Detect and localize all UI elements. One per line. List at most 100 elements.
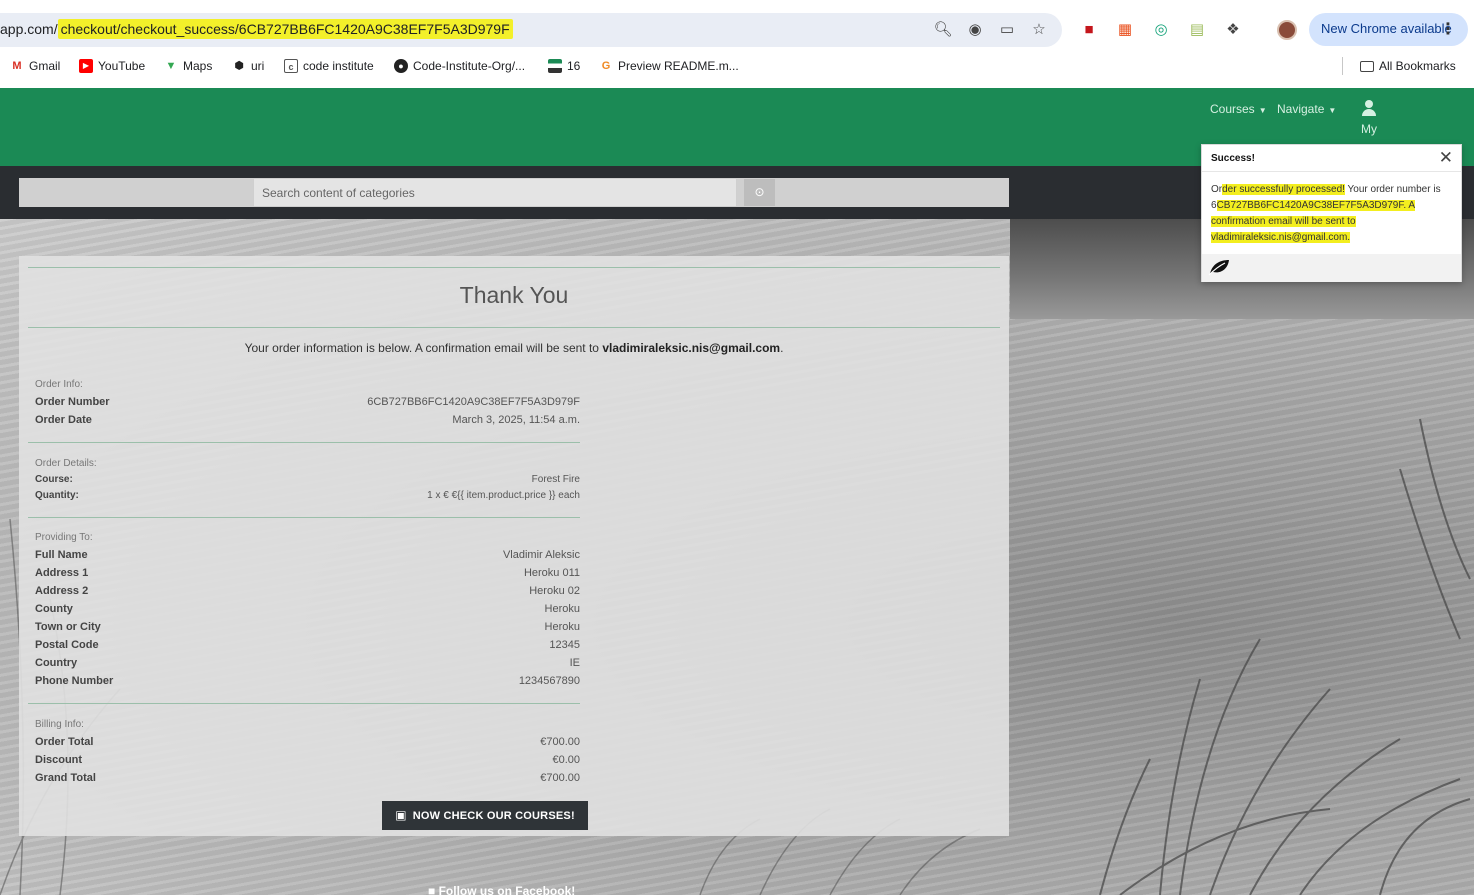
toast-msg-highlight: der successfully processed! <box>1222 184 1345 195</box>
bookmark-github[interactable]: ● Code-Institute-Org/... <box>394 59 525 73</box>
card-icon[interactable]: ▭ <box>998 20 1016 38</box>
address-bar[interactable]: app.com/checkout/checkout_success/6CB727… <box>0 13 1062 47</box>
nav-my-label: My <box>1361 122 1377 136</box>
search-input[interactable]: Search content of categories <box>253 178 737 207</box>
address1-label: Address 1 <box>35 567 89 579</box>
binoculars-icon: ⊙ <box>754 185 765 199</box>
bookmark-code-institute[interactable]: c code institute <box>284 59 374 73</box>
postal-code-label: Postal Code <box>35 639 99 651</box>
town-label: Town or City <box>35 621 101 633</box>
puzzle-icon[interactable]: ❖ <box>1224 20 1242 38</box>
nav-navigate-label: Navigate <box>1277 102 1325 116</box>
info-text: Your order information is below. A confi… <box>244 341 603 355</box>
bookmark-gmail[interactable]: M Gmail <box>10 59 60 73</box>
phone-label: Phone Number <box>35 675 114 687</box>
address2-label: Address 2 <box>35 585 89 597</box>
url-path: checkout/checkout_success/6CB727BB6FC142… <box>57 19 513 39</box>
bookmark-label: Maps <box>183 59 213 73</box>
eye-off-icon[interactable]: ◉ <box>966 20 984 38</box>
divider <box>28 267 1000 268</box>
flag-icon <box>548 59 562 73</box>
order-info-message: Your order information is below. A confi… <box>19 341 1009 355</box>
order-info-label: Order Info: <box>35 379 83 390</box>
close-icon[interactable]: ✕ <box>1439 148 1453 168</box>
quantity-label: Quantity: <box>35 490 79 501</box>
toast-header: Success! ✕ <box>1202 145 1461 172</box>
bookmark-16[interactable]: 16 <box>548 59 580 73</box>
pdf-extension-icon[interactable]: ■ <box>1080 20 1098 38</box>
order-date-value: March 3, 2025, 11:54 a.m. <box>452 414 580 426</box>
all-bookmarks-label: All Bookmarks <box>1379 59 1456 73</box>
url-text[interactable]: app.com/checkout/checkout_success/6CB727… <box>0 19 513 39</box>
bookmark-uri[interactable]: ⬢ uri <box>232 59 264 73</box>
page-title: Thank You <box>459 282 569 308</box>
all-bookmarks[interactable]: All Bookmarks <box>1360 59 1456 73</box>
course-label: Course: <box>35 474 73 485</box>
folder-icon <box>1360 60 1374 72</box>
code-institute-icon: c <box>284 59 298 73</box>
caret-down-icon: ▼ <box>1328 106 1337 115</box>
divider <box>28 442 580 443</box>
bookmark-maps[interactable]: ▼ Maps <box>164 59 213 73</box>
town-value: Heroku <box>544 621 580 633</box>
search-button[interactable]: ⊙ <box>744 179 775 206</box>
bookmarks-bar: M Gmail ▶ YouTube ▼ Maps ⬢ uri c code institu… <box>0 57 1474 77</box>
bookmark-label: Gmail <box>29 59 61 73</box>
info-email: vladimiraleksic.nis@gmail.com <box>602 341 781 355</box>
bookmarks-separator <box>1342 57 1343 75</box>
order-date-label: Order Date <box>35 414 92 426</box>
zoom-icon[interactable]: 🔍︎ <box>933 20 952 38</box>
county-value: Heroku <box>544 603 580 615</box>
billing-info-label: Billing Info: <box>35 719 84 730</box>
divider <box>28 517 580 518</box>
menu-dots-icon[interactable]: ⋮ <box>1440 19 1456 39</box>
toast-msg-highlight: CB727BB6FC1420A9C38EF7F5A3D979F. A confi… <box>1211 200 1416 243</box>
profile-avatar[interactable] <box>1277 20 1297 40</box>
grand-total-label: Grand Total <box>35 772 96 784</box>
discount-value: €0.00 <box>552 754 580 766</box>
sheet-extension-icon[interactable]: ▤ <box>1188 20 1206 38</box>
caret-down-icon: ▼ <box>1258 106 1267 115</box>
info-end: . <box>780 341 784 355</box>
county-label: County <box>35 603 73 615</box>
toast-msg-start: Or <box>1211 184 1223 195</box>
order-details-label: Order Details: <box>35 458 97 469</box>
order-number-label: Order Number <box>35 396 110 408</box>
order-total-value: €700.00 <box>540 736 580 748</box>
divider <box>28 703 580 704</box>
discount-label: Discount <box>35 754 83 766</box>
toast-footer <box>1202 254 1461 282</box>
bookmark-label: Preview README.m... <box>618 59 739 73</box>
phone-value: 1234567890 <box>518 675 580 687</box>
country-label: Country <box>35 657 78 669</box>
course-value: Forest Fire <box>531 474 580 485</box>
bookmark-youtube[interactable]: ▶ YouTube <box>79 59 145 73</box>
success-toast: Success! ✕ Order successfully processed!… <box>1201 144 1462 282</box>
facebook-follow-label: Follow us on Facebook! <box>438 884 576 895</box>
nav-my-account[interactable]: My <box>1357 100 1381 136</box>
facebook-follow-link[interactable]: ■ Follow us on Facebook! <box>428 884 575 895</box>
star-icon[interactable]: ☆ <box>1030 20 1048 38</box>
github-icon: ● <box>394 59 408 73</box>
full-name-value: Vladimir Aleksic <box>502 549 580 561</box>
providing-to-label: Providing To: <box>35 532 93 543</box>
bookmark-label: code institute <box>303 59 374 73</box>
order-total-label: Order Total <box>35 736 94 748</box>
bookmark-label: YouTube <box>98 59 146 73</box>
nav-navigate[interactable]: Navigate ▼ <box>1277 102 1336 116</box>
color-extension-icon[interactable]: ▦ <box>1116 20 1134 38</box>
gift-icon: ▣ <box>395 808 407 822</box>
nav-courses[interactable]: Courses ▼ <box>1210 102 1267 116</box>
preview-icon: G <box>601 60 611 72</box>
nav-courses-label: Courses <box>1210 102 1255 116</box>
uri-icon: ⬢ <box>234 60 244 72</box>
bookmark-label: Code-Institute-Org/... <box>413 59 526 73</box>
new-chrome-button[interactable]: New Chrome available ⋮ <box>1309 13 1468 46</box>
order-number-value: 6CB727BB6FC1420A9C38EF7F5A3D979F <box>367 396 580 408</box>
bookmark-label: 16 <box>567 59 581 73</box>
postal-code-value: 12345 <box>549 639 580 651</box>
bookmark-preview[interactable]: G Preview README.m... <box>599 59 739 73</box>
bookmark-label: uri <box>251 59 265 73</box>
check-courses-button[interactable]: ▣ NOW CHECK OUR COURSES! <box>382 801 588 830</box>
grammarly-icon[interactable]: ◎ <box>1152 20 1170 38</box>
